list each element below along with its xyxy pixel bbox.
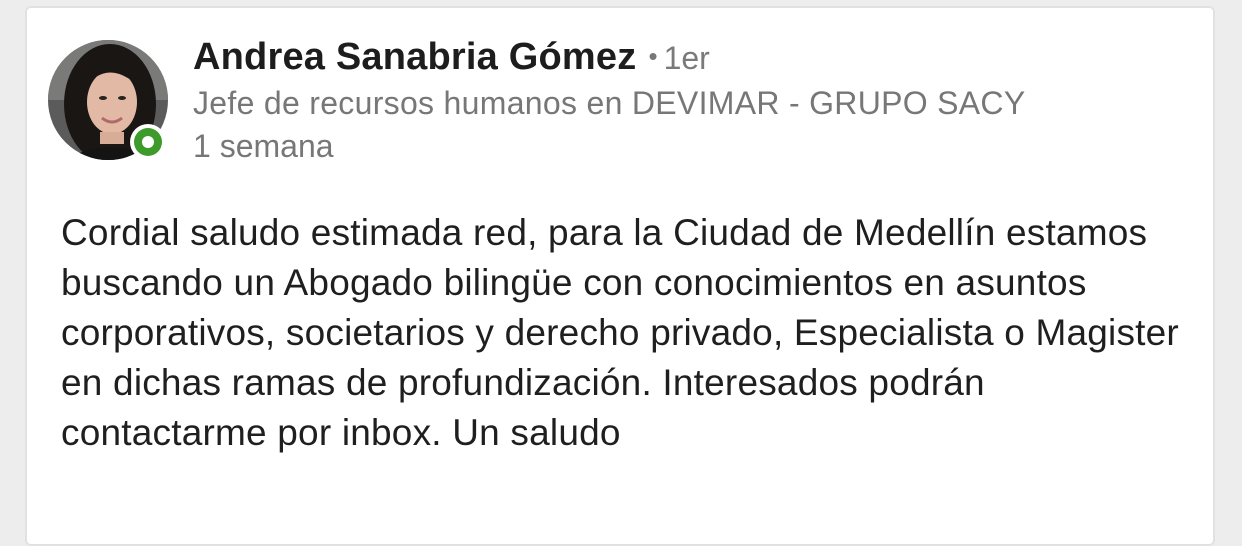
post-text: Cordial saludo estimada red, para la Ciu… — [61, 212, 1179, 453]
author-name[interactable]: Andrea Sanabria Gómez — [193, 36, 636, 79]
author-name-line: Andrea Sanabria Gómez • 1er — [193, 36, 1025, 79]
online-status-ring — [134, 128, 162, 156]
author-avatar[interactable] — [48, 40, 172, 164]
online-status-indicator — [130, 124, 166, 160]
post-card: Andrea Sanabria Gómez • 1er Jefe de recu… — [25, 6, 1215, 546]
separator-bullet: • — [648, 41, 658, 71]
post-header: Andrea Sanabria Gómez • 1er Jefe de recu… — [193, 36, 1025, 165]
post-timestamp: 1 semana — [193, 128, 334, 164]
online-status-dot — [142, 136, 154, 148]
connection-degree: 1er — [663, 40, 710, 76]
author-headline: Jefe de recursos humanos en DEVIMAR - GR… — [193, 85, 1026, 121]
